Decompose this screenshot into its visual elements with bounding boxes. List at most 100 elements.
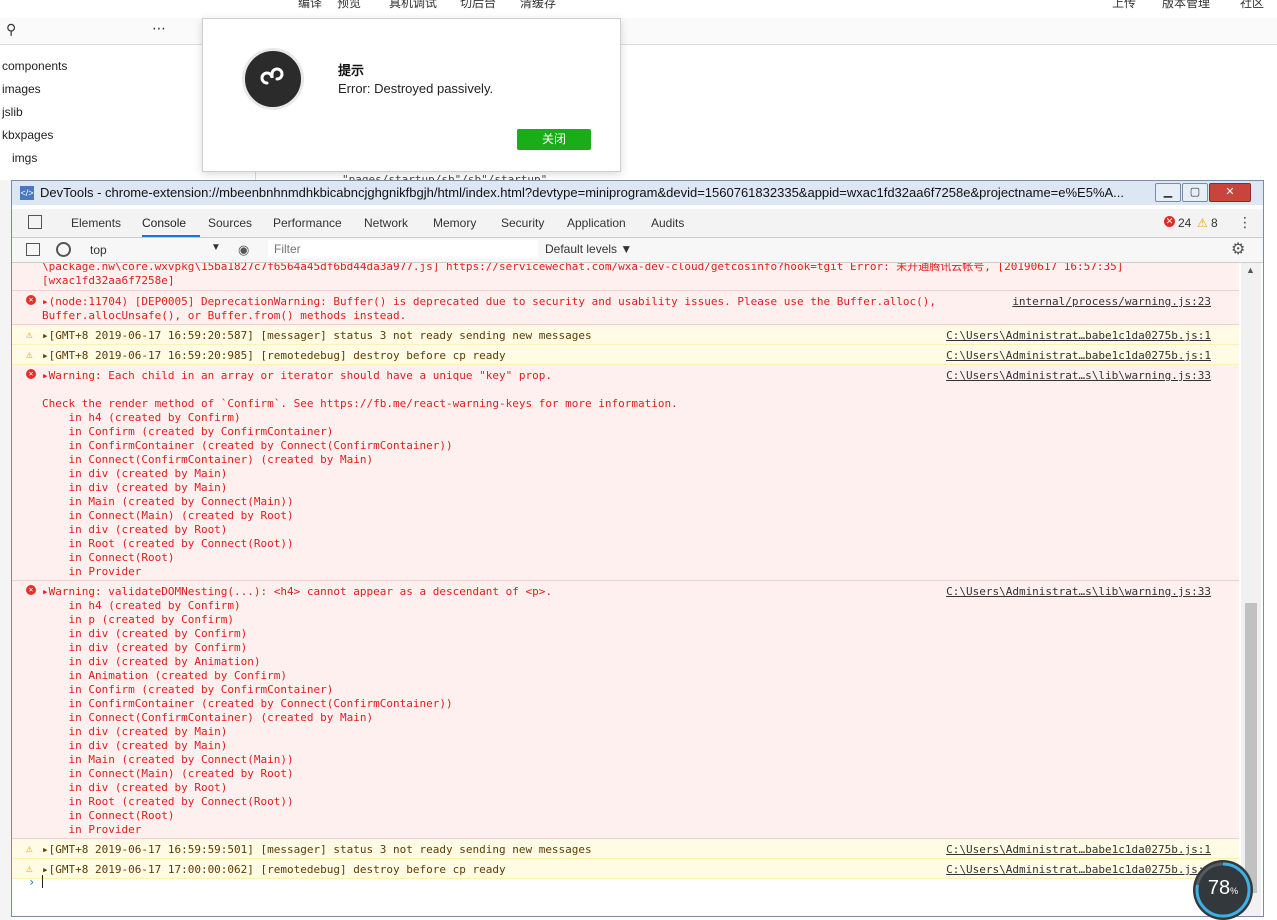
tab-application[interactable]: Application <box>567 216 626 230</box>
gear-icon[interactable]: ⚙ <box>1231 239 1245 259</box>
search-icon[interactable]: ⚲ <box>6 21 16 38</box>
message-text: ▸[GMT+8 2019-06-17 16:59:20:985] [remote… <box>42 349 506 362</box>
error-icon[interactable]: ✕ <box>1164 216 1175 227</box>
tab-performance[interactable]: Performance <box>273 216 342 230</box>
source-link[interactable]: C:\Users\Administrat…s\lib\warning.js:33 <box>946 369 1211 382</box>
maximize-button[interactable]: ▢ <box>1182 183 1208 202</box>
message-text: in div (created by Root) <box>42 523 228 536</box>
message-text: in Connect(Root) <box>42 809 175 822</box>
warning-icon[interactable]: ⚠ <box>1197 216 1208 230</box>
menu-clear-cache[interactable]: 清缓存 <box>520 0 556 11</box>
scroll-up-icon[interactable]: ▲ <box>1246 265 1255 275</box>
message-text: Buffer.allocUnsafe(), or Buffer.from() m… <box>42 309 407 322</box>
console-entry: \package.nw\core.wxvpkg\15ba1827c7f6564a… <box>12 263 1239 291</box>
menu-version[interactable]: 版本管理 <box>1162 0 1210 11</box>
console-entry: ⚠ ▸[GMT+8 2019-06-17 16:59:20:587] [messa… <box>12 325 1239 345</box>
console-entry: ✕ ▸(node:11704) [DEP0005] DeprecationWarn… <box>12 291 1239 325</box>
message-text: in h4 (created by Confirm) <box>42 411 241 424</box>
warning-icon: ⚠ <box>26 862 33 875</box>
message-text: in Main (created by Connect(Main)) <box>42 495 294 508</box>
tab-elements[interactable]: Elements <box>71 216 121 230</box>
message-text: in Connect(Main) (created by Root) <box>42 509 294 522</box>
tab-audits[interactable]: Audits <box>651 216 684 230</box>
console-entry: ✕ ▸Warning: validateDOMNesting(...): <h4>… <box>12 581 1239 839</box>
ide-toolbar: ⚲ ⋯ <box>0 18 1277 45</box>
message-text: in div (created by Root) <box>42 781 228 794</box>
source-link[interactable]: C:\Users\Administrat…s\lib\warning.js:33 <box>946 585 1211 598</box>
error-icon: ✕ <box>26 369 36 379</box>
window-titlebar[interactable]: </> DevTools - chrome-extension://mbeenb… <box>12 181 1263 205</box>
menu-community[interactable]: 社区 <box>1240 0 1264 11</box>
message-text: ▸Warning: validateDOMNesting(...): <h4> … <box>42 585 552 598</box>
usage-value: 78% <box>1207 877 1239 899</box>
tab-memory[interactable]: Memory <box>433 216 476 230</box>
tab-network[interactable]: Network <box>364 216 408 230</box>
source-link[interactable]: C:\Users\Administrat…babe1c1da0275b.js:1 <box>946 843 1211 856</box>
tab-console[interactable]: Console <box>142 216 186 230</box>
window-close-button[interactable]: ✕ <box>1209 183 1251 202</box>
message-text: in p (created by Confirm) <box>42 613 235 626</box>
console-input[interactable] <box>42 875 43 888</box>
console-entry: ⚠ ▸[GMT+8 2019-06-17 16:59:59:501] [messa… <box>12 839 1239 859</box>
tree-item[interactable]: jslib <box>2 105 23 119</box>
message-text: in div (created by Main) <box>42 725 228 738</box>
source-link[interactable]: internal/process/warning.js:23 <box>1012 295 1211 308</box>
devtools-icon: </> <box>20 186 34 200</box>
dialog-message: Error: Destroyed passively. <box>338 81 494 96</box>
message-text: in div (created by Main) <box>42 481 228 494</box>
error-icon: ✕ <box>26 585 36 595</box>
log-levels-select[interactable]: Default levels ▼ <box>545 242 632 256</box>
console-entry: ⚠ ▸[GMT+8 2019-06-17 17:00:00:062] [remot… <box>12 859 1239 879</box>
tree-item[interactable]: kbxpages <box>2 128 53 142</box>
miniprogram-logo-icon <box>242 48 304 110</box>
error-icon: ✕ <box>26 295 36 305</box>
tab-sources[interactable]: Sources <box>208 216 252 230</box>
inspect-element-icon[interactable] <box>28 215 42 229</box>
source-link[interactable]: C:\Users\Administrat…babe1c1da0275b.js:1 <box>946 349 1211 362</box>
message-text: in div (created by Confirm) <box>42 627 248 640</box>
tree-item[interactable]: imgs <box>12 151 37 165</box>
menu-compile[interactable]: 编译 <box>298 0 322 11</box>
active-tab-indicator <box>142 235 200 237</box>
message-text: in Confirm (created by ConfirmContainer) <box>42 683 334 696</box>
message-text: in h4 (created by Confirm) <box>42 599 241 612</box>
memory-usage-ring[interactable]: 78% <box>1193 860 1253 920</box>
message-text: ▸(node:11704) [DEP0005] DeprecationWarni… <box>42 295 937 308</box>
error-count[interactable]: 24 <box>1178 216 1191 230</box>
message-text: in Root (created by Connect(Root)) <box>42 795 294 808</box>
menu-upload[interactable]: 上传 <box>1112 0 1136 11</box>
source-link[interactable]: C:\Users\Administrat…babe1c1da0275b.js:1 <box>946 863 1211 876</box>
menu-background[interactable]: 切后台 <box>460 0 496 11</box>
tree-item[interactable]: images <box>2 82 41 96</box>
message-text: in div (created by Main) <box>42 467 228 480</box>
menu-device-debug[interactable]: 真机调试 <box>389 0 437 11</box>
console-output[interactable]: \package.nw\core.wxvpkg\15ba1827c7f6564a… <box>12 263 1239 916</box>
more-icon[interactable]: ⋯ <box>152 20 166 37</box>
console-entry: ⚠ ▸[GMT+8 2019-06-17 16:59:20:985] [remot… <box>12 345 1239 365</box>
eye-icon[interactable]: ◉ <box>238 242 249 258</box>
close-button[interactable]: 关闭 <box>517 129 591 150</box>
console-scrollbar[interactable]: ▲ <box>1241 263 1261 916</box>
show-sidebar-icon[interactable] <box>26 243 40 256</box>
context-select[interactable]: top <box>90 243 107 257</box>
clear-console-icon[interactable] <box>56 242 71 257</box>
warning-icon: ⚠ <box>26 348 33 361</box>
menu-preview[interactable]: 预览 <box>337 0 361 11</box>
message-text: in Confirm (created by ConfirmContainer) <box>42 425 334 438</box>
minimize-button[interactable]: ▁ <box>1155 183 1181 202</box>
scroll-thumb[interactable] <box>1245 603 1257 893</box>
warning-icon: ⚠ <box>26 842 33 855</box>
window-title: DevTools - chrome-extension://mbeenbnhnm… <box>40 185 1125 200</box>
filter-input[interactable] <box>268 240 538 258</box>
message-text: in ConfirmContainer (created by Connect(… <box>42 697 453 710</box>
chevron-down-icon[interactable]: ▼ <box>211 242 221 253</box>
dialog-title: 提示 <box>338 63 365 78</box>
message-text: Check the render method of `Confirm`. Se… <box>42 397 678 410</box>
warning-count[interactable]: 8 <box>1211 216 1218 230</box>
message-text: in Connect(Main) (created by Root) <box>42 767 294 780</box>
alert-dialog: 提示 Error: Destroyed passively. 关闭 <box>202 18 621 172</box>
tab-security[interactable]: Security <box>501 216 544 230</box>
source-link[interactable]: C:\Users\Administrat…babe1c1da0275b.js:1 <box>946 329 1211 342</box>
kebab-menu-icon[interactable]: ⋮ <box>1238 214 1252 231</box>
tree-item[interactable]: components <box>2 59 67 73</box>
